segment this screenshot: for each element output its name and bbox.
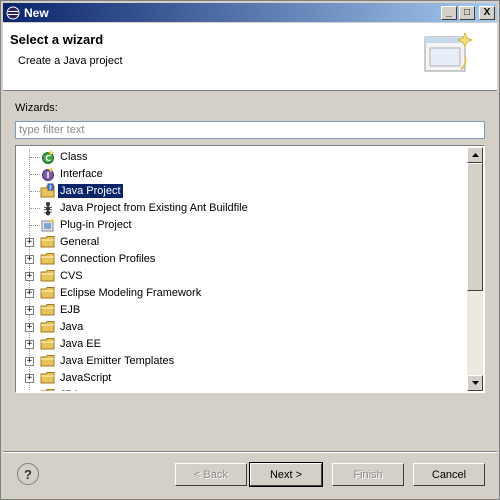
wizards-label: Wizards: (15, 102, 58, 114)
tree-item[interactable]: + Java EE (17, 336, 469, 353)
tree-branch-line (30, 225, 40, 226)
wizard-tree[interactable]: C Class I Interface J Java Project Java Projec… (15, 145, 485, 393)
folder-icon (40, 338, 55, 350)
interface-icon: I (42, 167, 54, 181)
tree-item-label: Java Project from Existing Ant Buildfile (60, 202, 248, 214)
ant-icon (43, 202, 53, 216)
tree-item[interactable]: Plug-in Project (17, 217, 469, 234)
tree-item[interactable]: J Java Project (17, 183, 469, 200)
close-button[interactable]: X (479, 5, 495, 20)
help-button[interactable]: ? (17, 463, 39, 485)
arrow-down-icon (471, 381, 479, 385)
minimize-button[interactable]: _ (441, 5, 457, 20)
tree-item[interactable]: + Eclipse Modeling Framework (17, 285, 469, 302)
next-button[interactable]: Next > (249, 462, 323, 487)
tree-item[interactable]: + Java Emitter Templates (17, 353, 469, 370)
expand-toggle-icon[interactable]: + (25, 357, 34, 366)
tree-branch-line (30, 208, 40, 209)
expand-toggle-icon[interactable]: + (25, 238, 34, 247)
expand-toggle-icon[interactable]: + (25, 374, 34, 383)
tree-item[interactable]: + JavaScript (17, 370, 469, 387)
tree-item-label: General (60, 236, 100, 248)
window-title: New (24, 5, 49, 20)
title-bar[interactable]: New _ □ X (3, 3, 497, 22)
tree-item-label: JavaScript (60, 372, 112, 384)
tree-item[interactable]: +JPA (17, 387, 469, 391)
tree-item-label: Plug-in Project (60, 219, 132, 231)
tree-item[interactable]: + General (17, 234, 469, 251)
expand-toggle-icon[interactable]: + (25, 323, 34, 332)
tree-item[interactable]: C Class (17, 149, 469, 166)
wizard-tree-list: C Class I Interface J Java Project Java Projec… (17, 147, 469, 391)
tree-item[interactable]: + CVS (17, 268, 469, 285)
scroll-thumb[interactable] (467, 163, 483, 291)
tree-item-label: Connection Profiles (60, 253, 156, 265)
tree-item[interactable]: Java Project from Existing Ant Buildfile (17, 200, 469, 217)
folder-icon (40, 253, 55, 265)
svg-text:J: J (49, 185, 51, 191)
tree-item-label: Java (60, 321, 84, 333)
folder-icon (40, 270, 55, 282)
finish-button[interactable]: Finish (332, 463, 404, 486)
back-button[interactable]: < Back (175, 463, 247, 486)
tree-item-label: JPA (58, 388, 81, 391)
wizard-banner-icon (424, 32, 473, 72)
folder-icon (40, 304, 55, 316)
tree-item-label: Eclipse Modeling Framework (60, 287, 202, 299)
folder-icon (40, 372, 55, 384)
maximize-button[interactable]: □ (459, 5, 475, 20)
class-icon: C (42, 150, 54, 164)
tree-item-label: Java Project (58, 184, 123, 198)
folder-icon (40, 389, 55, 391)
tree-item-label: EJB (60, 304, 81, 316)
folder-icon (40, 287, 55, 299)
expand-toggle-icon[interactable]: + (25, 272, 34, 281)
folder-icon (40, 355, 55, 367)
expand-toggle-icon[interactable]: + (25, 255, 34, 264)
expand-toggle-icon[interactable]: + (25, 340, 34, 349)
page-description: Create a Java project (18, 55, 123, 67)
tree-item[interactable]: + Connection Profiles (17, 251, 469, 268)
new-wizard-dialog: New _ □ X Select a wizard Create a Java … (0, 0, 500, 500)
cancel-button[interactable]: Cancel (413, 463, 485, 486)
plugin-icon (41, 218, 55, 232)
tree-item-label: Java EE (60, 338, 101, 350)
eclipse-icon (6, 6, 20, 19)
vertical-scrollbar[interactable] (467, 147, 483, 391)
tree-item-label: Interface (60, 168, 103, 180)
tree-branch-line (30, 191, 40, 192)
svg-text:I: I (47, 171, 50, 180)
page-title: Select a wizard (10, 32, 104, 47)
scroll-up-button[interactable] (467, 147, 483, 163)
wizard-header: Select a wizard Create a Java project (3, 23, 497, 91)
svg-text:C: C (45, 154, 51, 163)
arrow-up-icon (471, 153, 479, 157)
expand-toggle-icon[interactable]: + (25, 289, 34, 298)
folder-icon (40, 321, 55, 333)
filter-input[interactable] (15, 121, 485, 139)
tree-item-label: Class (60, 151, 88, 163)
tree-item[interactable]: + Java (17, 319, 469, 336)
tree-item-label: Java Emitter Templates (60, 355, 175, 367)
scroll-down-button[interactable] (467, 375, 483, 391)
tree-item[interactable]: + EJB (17, 302, 469, 319)
button-bar-separator (3, 451, 497, 453)
folder-icon (40, 236, 55, 248)
tree-item[interactable]: I Interface (17, 166, 469, 183)
expand-toggle-icon[interactable]: + (25, 306, 34, 315)
java-project-icon: J (40, 183, 55, 198)
tree-branch-line (30, 157, 40, 158)
tree-branch-line (30, 174, 40, 175)
tree-item-label: CVS (60, 270, 83, 282)
